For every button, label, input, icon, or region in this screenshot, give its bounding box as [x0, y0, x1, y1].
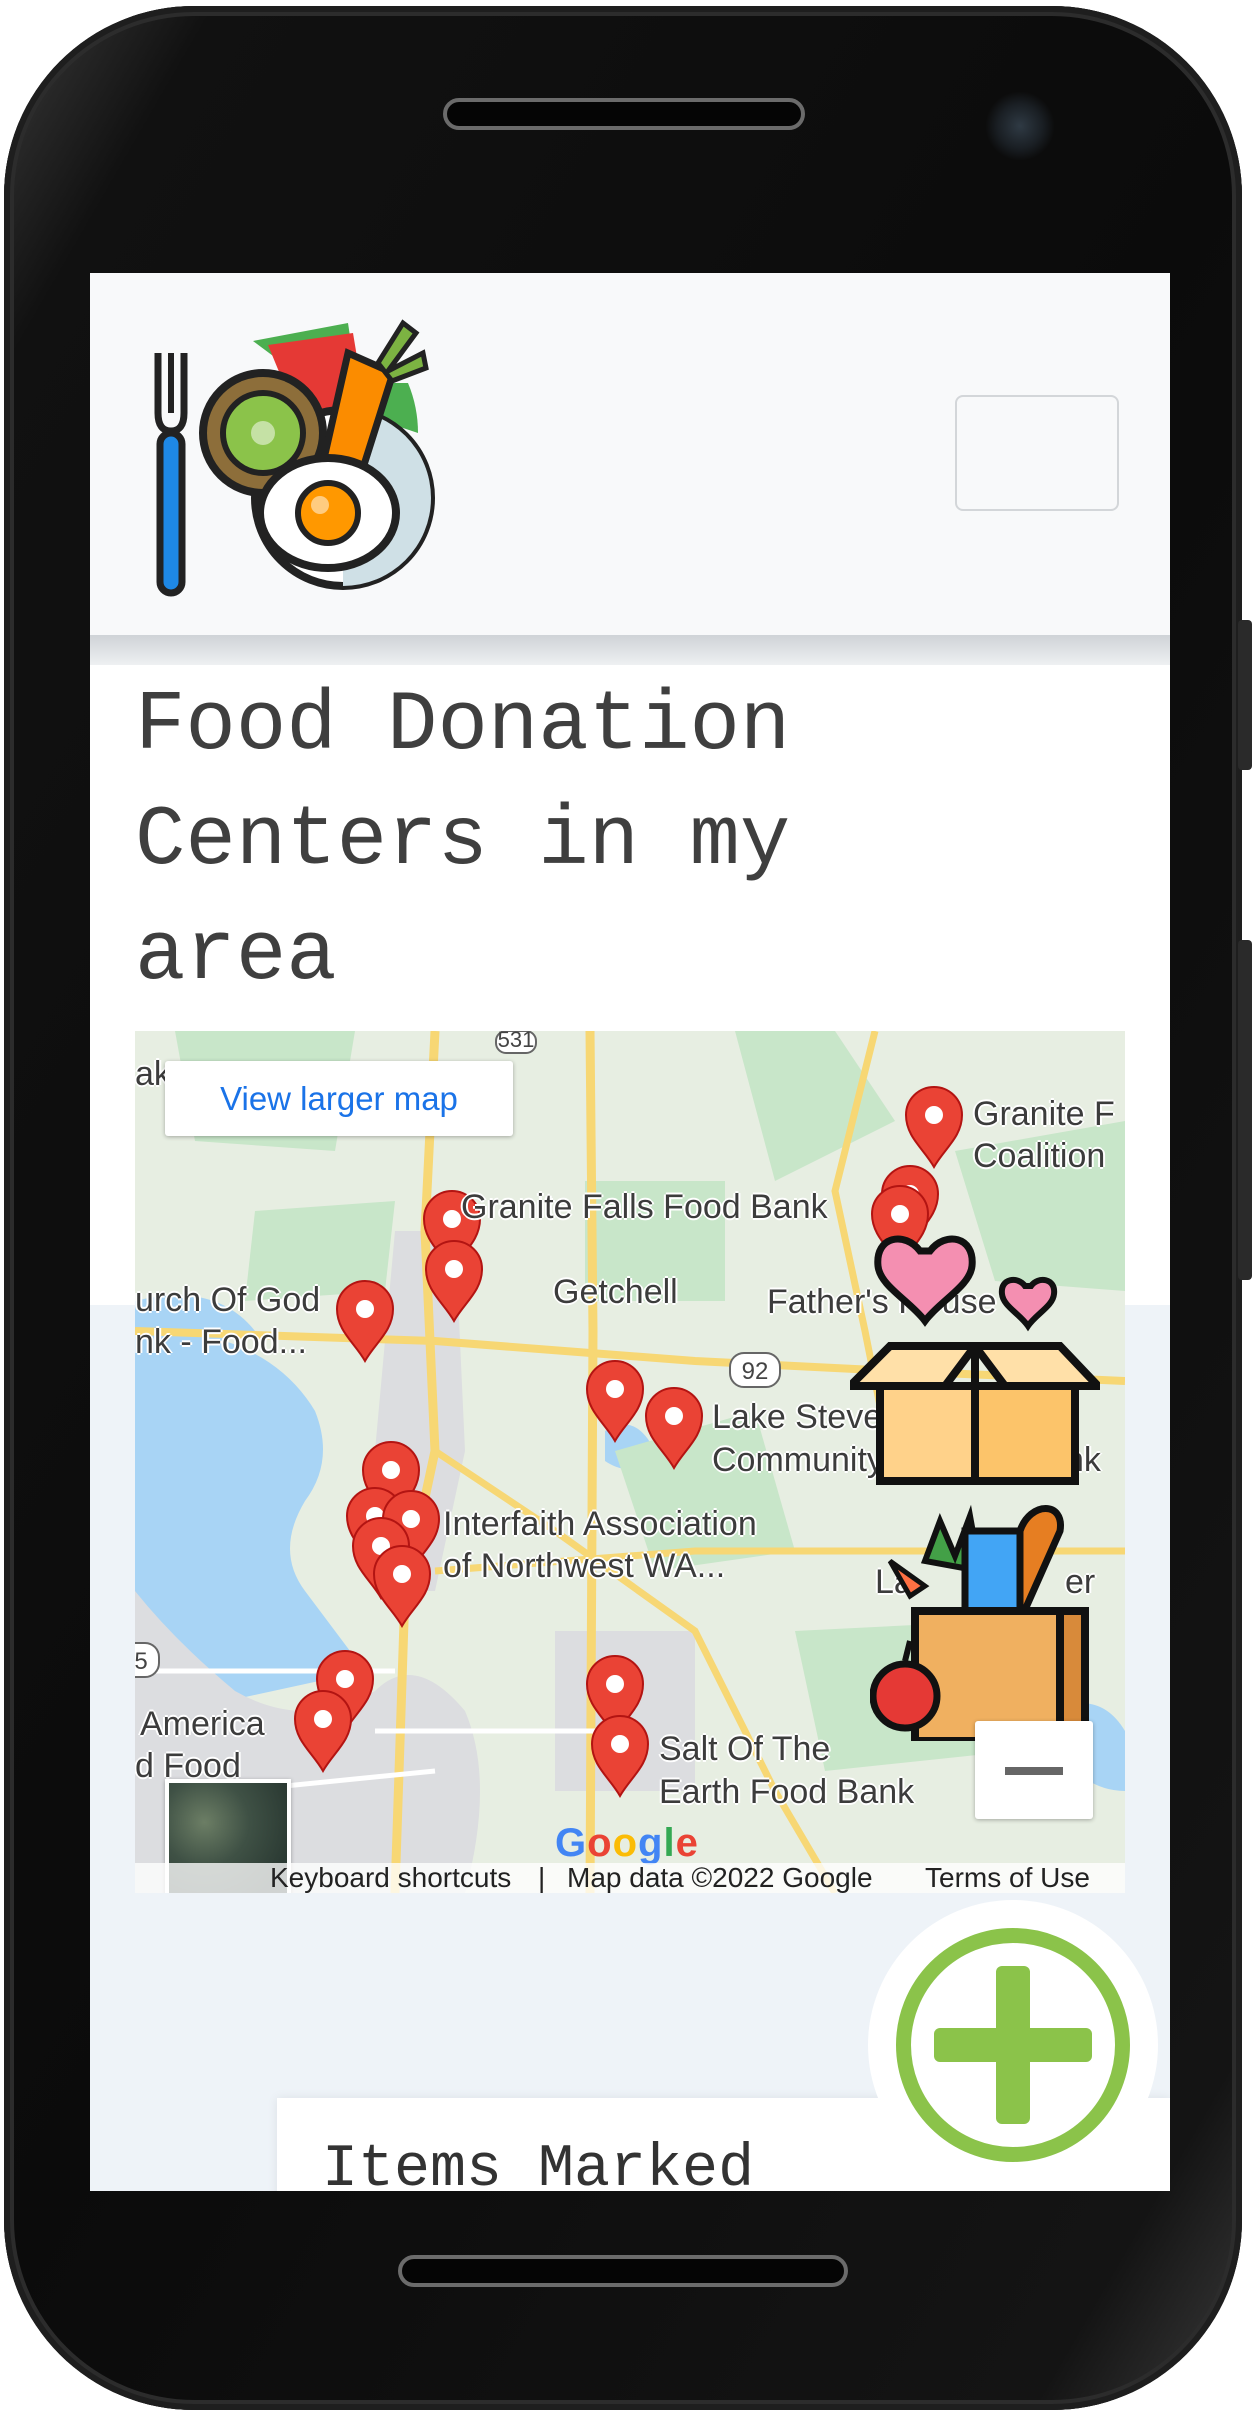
map-place-label: Earth Food Bank — [659, 1773, 915, 1811]
map-place-label: Interfaith Association — [443, 1505, 757, 1543]
map-place-label: Granite F — [973, 1095, 1115, 1133]
plus-icon-horizontal — [934, 2028, 1092, 2062]
map-place-label: Getchell — [553, 1273, 678, 1311]
minus-icon — [1005, 1767, 1063, 1775]
navbar-toggle-button[interactable] — [955, 395, 1119, 511]
grocery-bag-icon — [870, 1504, 1089, 1741]
add-donation-button[interactable] — [868, 1900, 1158, 2190]
zoom-out-button[interactable] — [975, 1721, 1093, 1819]
map-place-label: urch Of God — [135, 1281, 321, 1319]
map-marker[interactable] — [373, 1541, 431, 1627]
keyboard-shortcuts-link[interactable]: Keyboard shortcuts — [270, 1863, 511, 1893]
front-camera — [985, 91, 1055, 161]
map-marker[interactable] — [591, 1711, 649, 1797]
map-place-label: of Northwest WA... — [443, 1547, 726, 1585]
power-button — [1238, 940, 1252, 1280]
navbar-shadow — [90, 635, 1170, 665]
navbar — [90, 273, 1170, 635]
phone-frame: Food Donation Centers in my area 531 92 … — [0, 0, 1260, 2415]
map-place-label: America — [140, 1705, 265, 1743]
food-plate-logo[interactable] — [148, 313, 438, 603]
map-marker[interactable] — [645, 1383, 703, 1469]
items-marked-title: Items Marked — [322, 2136, 755, 2191]
map-place-label: Granite Falls Food Bank — [461, 1188, 828, 1226]
attribution-separator: | — [538, 1862, 546, 1893]
map-place-label: Salt Of The — [659, 1730, 831, 1768]
terms-of-use-link[interactable]: Terms of Use — [925, 1863, 1090, 1893]
map-marker[interactable] — [905, 1082, 963, 1168]
earpiece-speaker — [443, 98, 805, 130]
map-marker[interactable] — [586, 1356, 644, 1442]
donation-box-icon — [850, 1235, 1100, 1485]
embedded-map[interactable]: 531 92 5 Granite Falls Food Bank Getchel… — [135, 1031, 1125, 1893]
view-larger-map-link[interactable]: View larger map — [165, 1061, 513, 1136]
bottom-speaker — [398, 2255, 848, 2287]
page-title: Food Donation Centers in my area — [135, 679, 791, 1004]
map-place-label: nk - Food... — [135, 1323, 307, 1361]
google-logo: Google — [555, 1821, 699, 1865]
map-marker[interactable] — [425, 1236, 483, 1322]
map-marker[interactable] — [336, 1276, 394, 1362]
volume-button — [1238, 620, 1252, 770]
map-data-credit: Map data ©2022 Google — [567, 1862, 873, 1893]
map-attribution-bar: Keyboard shortcuts | Map data ©2022 Goog… — [135, 1863, 1125, 1893]
map-marker[interactable] — [294, 1686, 352, 1772]
map-place-label: Coalition — [973, 1137, 1106, 1175]
